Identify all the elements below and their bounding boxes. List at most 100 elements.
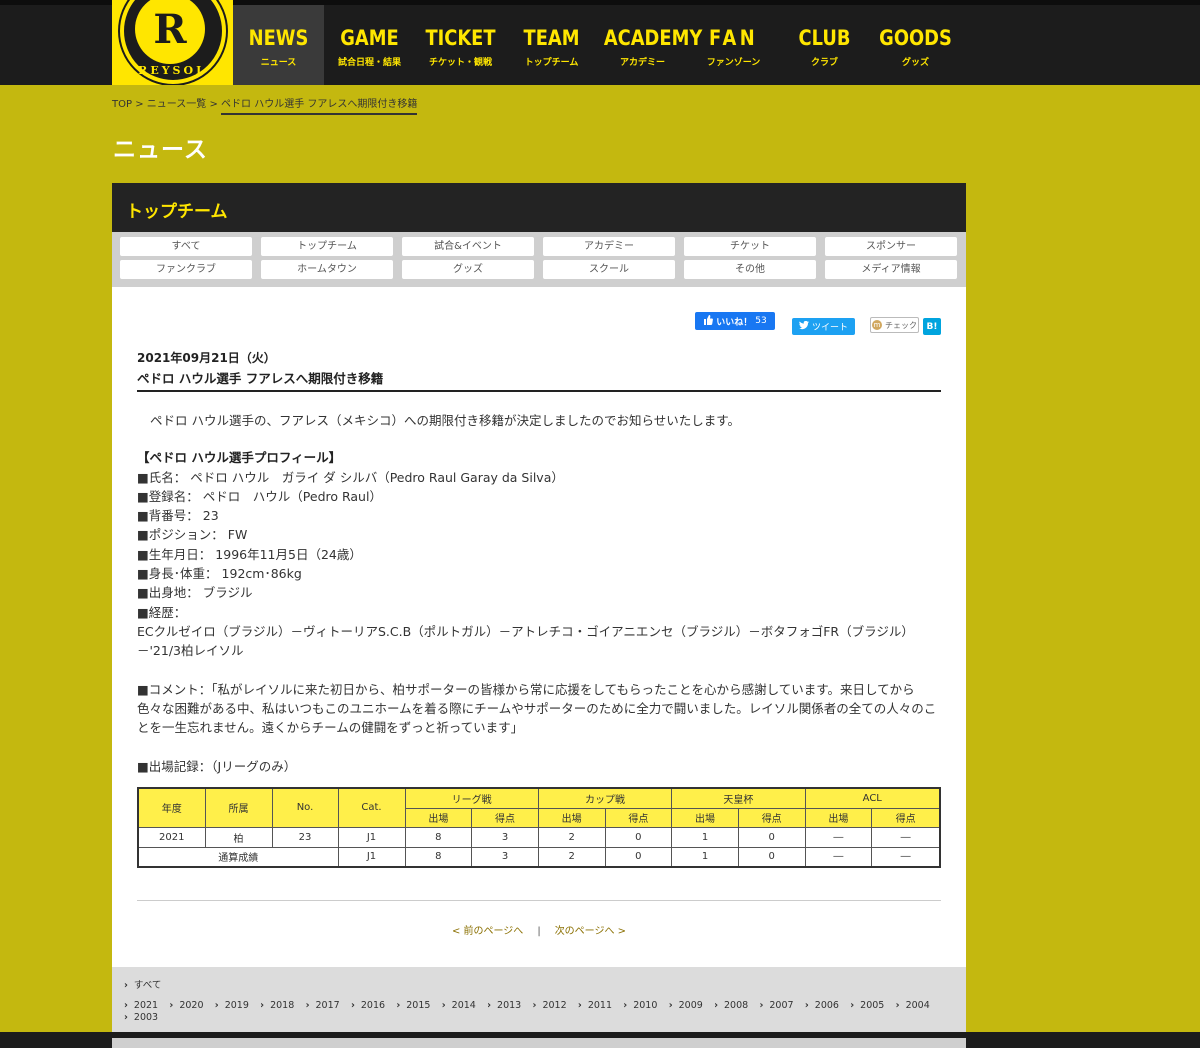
table-cell: ― <box>804 846 873 868</box>
table-row: 2021 柏 23 J1 8 3 2 0 1 0 ― ― <box>137 826 941 848</box>
nav-item-fan[interactable]: FAN ファンゾーン <box>688 5 779 85</box>
archive-year-link[interactable]: 2017 <box>306 1000 351 1011</box>
news-panel: トップチーム すべて トップチーム 試合&イベント アカデミー チケット スポン… <box>112 183 966 1032</box>
category-fanclub[interactable]: ファンクラブ <box>120 260 252 279</box>
profile-line: ■ポジション： FW <box>137 527 248 543</box>
table-cell: ― <box>871 846 941 868</box>
breadcrumb-separator: > <box>206 99 222 110</box>
profile-line: ■生年月日： 1996年11月5日（24歳） <box>137 546 362 562</box>
pager-divider <box>137 900 941 901</box>
title-divider <box>137 390 941 392</box>
col-header-year: 年度 <box>137 787 206 828</box>
profile-line: ■身長･体重： 192cm･86kg <box>137 566 302 582</box>
col-header-goals: 得点 <box>737 807 806 828</box>
nav-item-sublabel: 試合日程・結果 <box>337 58 401 68</box>
archive-year-link[interactable]: 2004 <box>896 1000 941 1011</box>
col-header-club: 所属 <box>204 787 273 828</box>
archive-year-link[interactable]: 2009 <box>669 1000 714 1011</box>
article-intro: ペドロ ハウル選手の、フアレス（メキシコ）への期限付き移籍が決定しましたのでお知… <box>150 413 740 428</box>
col-header-emperors-cup: 天皇杯 <box>671 787 806 809</box>
col-header-acl: ACL <box>804 787 941 809</box>
archive-year-link[interactable]: 2011 <box>578 1000 623 1011</box>
archive-year-link[interactable]: 2021 <box>124 1000 169 1011</box>
tweet-button[interactable]: ツイート <box>792 318 855 335</box>
col-header-goals: 得点 <box>471 807 539 828</box>
prev-page-link[interactable]: < 前のページへ <box>452 926 523 937</box>
table-cell: 2 <box>537 826 606 848</box>
archive-year-link[interactable]: 2015 <box>396 1000 441 1011</box>
col-header-cup: カップ戦 <box>537 787 673 809</box>
facebook-like-button[interactable]: いいね！ 53 <box>695 312 775 330</box>
breadcrumb-top-link[interactable]: TOP <box>112 99 132 110</box>
table-cell: 通算成績 <box>137 846 339 868</box>
category-other[interactable]: その他 <box>684 260 816 279</box>
nav-item-team[interactable]: TEAM トップチーム <box>506 5 597 85</box>
category-all[interactable]: すべて <box>120 237 252 256</box>
archive-year-link[interactable]: 2006 <box>805 1000 850 1011</box>
reysol-logo[interactable]: R REYSOL <box>112 0 233 85</box>
category-goods[interactable]: グッズ <box>402 260 534 279</box>
archive-year-link[interactable]: 2013 <box>487 1000 532 1011</box>
archive-year-link[interactable]: 2020 <box>169 1000 214 1011</box>
nav-item-academy[interactable]: ACADEMY アカデミー <box>597 5 702 85</box>
nav-item-goods[interactable]: GOODS グッズ <box>870 5 961 85</box>
table-cell: ― <box>871 826 941 848</box>
archive-year-link[interactable]: 2019 <box>215 1000 260 1011</box>
table-cell: 8 <box>404 826 473 848</box>
hatena-bookmark-button[interactable]: B! <box>923 318 941 335</box>
table-cell: 1 <box>671 846 739 868</box>
career-history: ECクルゼイロ（ブラジル）－ヴィトーリアS.C.B（ポルトガル）－アトレチコ・ゴ… <box>137 623 914 659</box>
table-cell: 2021 <box>137 826 206 848</box>
facebook-like-count: 53 <box>755 316 767 326</box>
nav-item-sublabel: クラブ <box>810 58 838 68</box>
category-top-team[interactable]: トップチーム <box>261 237 393 256</box>
breadcrumb-news-list-link[interactable]: ニュース一覧 <box>147 99 207 110</box>
category-filter: すべて トップチーム 試合&イベント アカデミー チケット スポンサー ファンク… <box>112 232 966 287</box>
category-sponsor[interactable]: スポンサー <box>825 237 957 256</box>
col-header-apps: 出場 <box>404 807 473 828</box>
archive-year-link[interactable]: 2008 <box>714 1000 759 1011</box>
pager-separator: | <box>537 926 541 937</box>
category-school[interactable]: スクール <box>543 260 675 279</box>
mixi-icon: m <box>872 320 882 330</box>
col-header-league: リーグ戦 <box>404 787 539 809</box>
table-row-total: 通算成績 J1 8 3 2 0 1 0 ― ― <box>137 846 941 868</box>
nav-item-game[interactable]: GAME 試合日程・結果 <box>324 5 415 85</box>
col-header-category: Cat. <box>337 787 406 828</box>
category-ticket[interactable]: チケット <box>684 237 816 256</box>
archive-year-link[interactable]: 2014 <box>442 1000 487 1011</box>
category-media[interactable]: メディア情報 <box>825 260 957 279</box>
archive-year-link[interactable]: 2016 <box>351 1000 396 1011</box>
profile-heading: 【ペドロ ハウル選手プロフィール】 <box>137 450 342 466</box>
nav-item-ticket[interactable]: TICKET チケット・観戦 <box>415 5 506 85</box>
next-page-link[interactable]: 次のページへ > <box>555 926 626 937</box>
table-cell: 0 <box>737 826 806 848</box>
archive-year-link[interactable]: 2005 <box>850 1000 895 1011</box>
nav-item-sublabel: グッズ <box>901 58 929 68</box>
category-hometown[interactable]: ホームタウン <box>261 260 393 279</box>
year-archive: すべて 2021 2020 2019 2018 2017 2016 2015 2… <box>112 967 966 1032</box>
facebook-like-label: いいね！ <box>716 317 753 328</box>
nav-item-club[interactable]: CLUB クラブ <box>779 5 870 85</box>
archive-year-link[interactable]: 2018 <box>260 1000 305 1011</box>
col-header-apps: 出場 <box>537 807 606 828</box>
nav-item-sublabel: チケット・観戦 <box>428 58 492 68</box>
nav-item-label: FAN <box>708 26 759 50</box>
table-cell: 3 <box>471 846 539 868</box>
profile-line: ■出身地： ブラジル <box>137 585 253 601</box>
category-match-event[interactable]: 試合&イベント <box>402 237 534 256</box>
archive-year-link[interactable]: 2010 <box>623 1000 668 1011</box>
archive-year-link[interactable]: 2003 <box>124 1012 169 1023</box>
archive-all-link[interactable]: すべて <box>124 980 161 991</box>
mixi-check-button[interactable]: m チェック <box>870 317 919 333</box>
category-academy[interactable]: アカデミー <box>543 237 675 256</box>
col-header-goals: 得点 <box>604 807 673 828</box>
profile-line: ■登録名： ペドロ ハウル（Pedro Raul） <box>137 488 382 504</box>
archive-year-link[interactable]: 2007 <box>759 1000 804 1011</box>
nav-item-news[interactable]: NEWS ニュース <box>233 5 324 85</box>
table-cell: 23 <box>271 826 339 848</box>
nav-item-label: TEAM <box>523 26 580 50</box>
table-cell: J1 <box>337 846 406 868</box>
archive-year-link[interactable]: 2012 <box>533 1000 578 1011</box>
table-cell: 3 <box>471 826 539 848</box>
